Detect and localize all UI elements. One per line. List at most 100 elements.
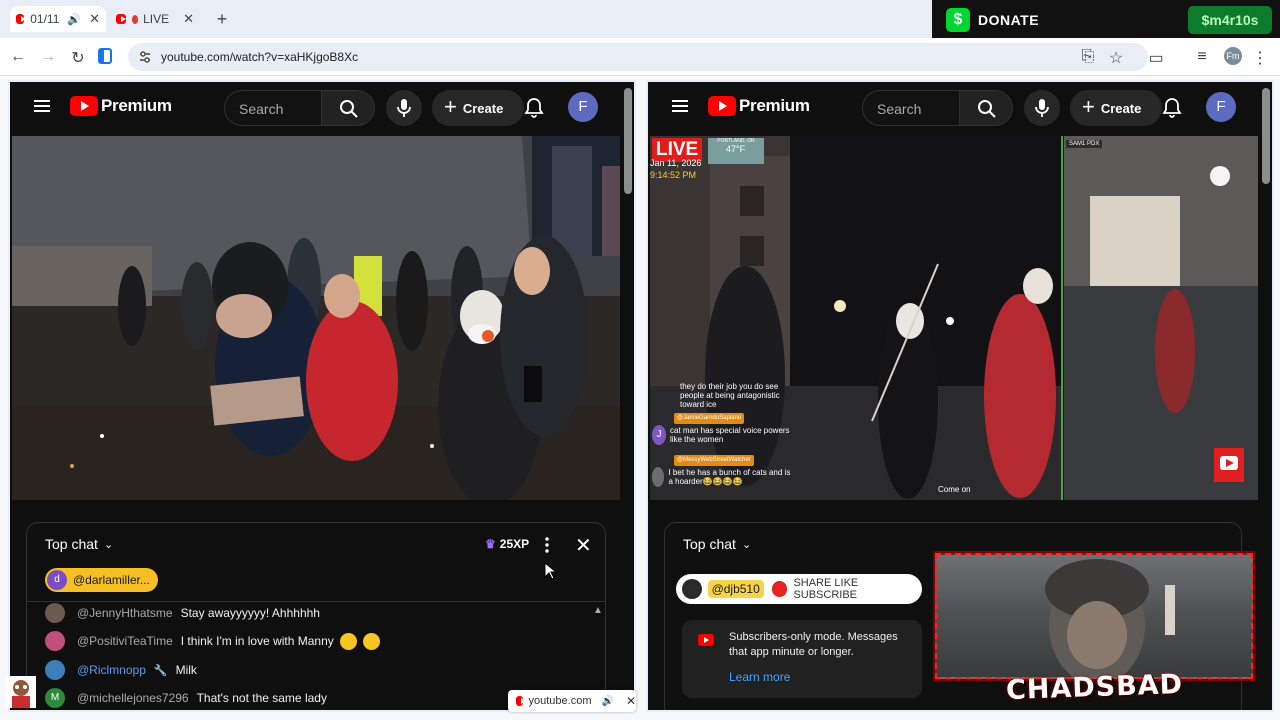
install-icon[interactable]: ⎘: [1078, 48, 1098, 66]
video-player[interactable]: LIVE PORTLAND, OR 47°F Jan 11, 2026 9:14…: [650, 136, 1258, 500]
pinned-message-chip[interactable]: d @darlamiller...: [45, 568, 158, 592]
voice-search-button[interactable]: [386, 90, 422, 126]
banner-text: SHARE LIKE SUBSCRIBE: [793, 577, 859, 601]
avatar: M: [45, 688, 65, 708]
back-arrow-icon[interactable]: ←: [8, 48, 28, 66]
chat-message[interactable]: @JennyHthatsme Stay awayyyyyy! Ahhhhhh: [45, 603, 320, 623]
close-icon[interactable]: ✕: [626, 694, 636, 708]
voice-search-button[interactable]: [1024, 90, 1060, 126]
recording-dot-icon: [131, 14, 139, 24]
avatar: [45, 631, 65, 651]
chat-mode-dropdown[interactable]: Top chat ⌄: [683, 536, 751, 552]
chat-message[interactable]: M @michellejones7296 That's not the same…: [45, 688, 327, 708]
reload-icon[interactable]: ↻: [68, 48, 88, 68]
youtube-play-icon: [708, 96, 736, 116]
youtube-favicon-icon: [16, 14, 27, 24]
youtube-logo[interactable]: Premium: [70, 96, 172, 116]
overlay-chat-line: @MessyWebStreetWatcher I bet he has a bu…: [652, 454, 792, 487]
logo-text: Premium: [101, 96, 172, 115]
overlay-chat-text: cat man has special voice powers like th…: [669, 426, 790, 444]
avatar: d: [47, 570, 67, 590]
profile-avatar[interactable]: Fm: [1224, 47, 1242, 65]
chat-message[interactable]: @PositiviTeaTime I think I'm in love wit…: [45, 631, 380, 651]
logo-text: Premium: [739, 96, 810, 115]
chat-message[interactable]: @Riclmnopp 🔧 Milk: [45, 660, 197, 680]
create-label: Create: [462, 100, 504, 116]
date-stamp: Jan 11, 2026: [650, 158, 702, 168]
search-placeholder: Search: [877, 101, 922, 117]
url-field[interactable]: youtube.com/watch?v=xaHKjgoB8Xc: [128, 43, 1148, 71]
bookmark-star-icon[interactable]: ☆: [1106, 48, 1126, 68]
pinned-author: @darlamiller...: [73, 573, 150, 587]
video-player[interactable]: [12, 136, 620, 500]
new-tab-button[interactable]: +: [212, 9, 232, 30]
forward-arrow-icon[interactable]: →: [38, 48, 58, 66]
search-button[interactable]: [321, 90, 375, 126]
hamburger-menu-icon[interactable]: [34, 100, 50, 112]
account-avatar[interactable]: F: [1206, 92, 1236, 122]
youtube-logo[interactable]: Premium: [708, 96, 810, 116]
avatar: J: [652, 425, 666, 445]
masthead: Premium Search + Create F: [10, 82, 634, 134]
speaker-icon[interactable]: 🔊: [67, 13, 81, 26]
video-frame: [12, 136, 620, 500]
site-info-icon[interactable]: [138, 50, 152, 64]
search-icon: [978, 100, 996, 118]
tab-title: LIVE: [143, 12, 170, 26]
scroll-up-icon[interactable]: ▲: [593, 605, 603, 616]
create-button[interactable]: + Create: [432, 90, 524, 126]
divider: [27, 601, 605, 602]
youtube-icon: [698, 634, 714, 646]
browser-menu-icon[interactable]: ⋮: [1250, 48, 1270, 68]
search-input[interactable]: Search: [224, 90, 322, 126]
search-input[interactable]: Search: [862, 90, 960, 126]
page-scrollbar[interactable]: [1262, 88, 1270, 184]
address-bar-row: ← → ↻ youtube.com/watch?v=xaHKjgoB8Xc ⎘ …: [0, 38, 1280, 76]
tab-search-icon[interactable]: ▭: [1146, 48, 1166, 68]
learn-more-link[interactable]: Learn more: [729, 670, 790, 684]
youtube-favicon-icon: [116, 14, 126, 24]
create-label: Create: [1100, 100, 1142, 116]
message-text: I think I'm in love with Manny: [180, 634, 334, 648]
wrench-icon: 🔧: [153, 664, 168, 677]
notifications-bell-icon[interactable]: [1160, 96, 1184, 120]
hamburger-menu-icon[interactable]: [672, 100, 688, 112]
streamer-webcam: [933, 551, 1255, 681]
message-author: @Riclmnopp: [77, 663, 146, 677]
create-button[interactable]: + Create: [1070, 90, 1162, 126]
picture-in-picture-bar[interactable]: youtube.com 🔊 ✕: [508, 690, 636, 712]
message-text: Milk: [175, 663, 197, 677]
webcam-frame: [1045, 559, 1175, 677]
corner-avatar: [6, 676, 36, 708]
tab-close-icon[interactable]: ✕: [89, 11, 100, 27]
youtube-play-icon: [70, 96, 98, 116]
close-chat-icon[interactable]: ✕: [575, 533, 592, 558]
speaker-icon[interactable]: 🔊: [601, 696, 613, 707]
tab-youtube-2[interactable]: LIVE ✕: [110, 6, 200, 32]
account-avatar[interactable]: F: [568, 92, 598, 122]
tab-close-icon[interactable]: ✕: [183, 11, 194, 27]
media-controls-icon[interactable]: ≡: [1192, 48, 1212, 66]
tab-youtube-1[interactable]: 01/11 🔊 ✕: [10, 6, 106, 32]
side-panel-icon[interactable]: [98, 48, 118, 64]
chevron-down-icon: ⌄: [103, 538, 114, 551]
message-author: @JennyHthatsme: [77, 606, 173, 620]
xp-badge[interactable]: ♛ 25XP: [479, 533, 535, 555]
avatar: [45, 603, 65, 623]
more-options-icon[interactable]: [545, 537, 549, 553]
message-text: That's not the same lady: [196, 691, 327, 705]
weather-temp: 47°F: [726, 144, 746, 154]
notifications-bell-icon[interactable]: [522, 96, 546, 120]
chat-mode-dropdown[interactable]: Top chat ⌄: [45, 536, 113, 552]
search-button[interactable]: [959, 90, 1013, 126]
mouse-cursor-icon: [544, 562, 556, 580]
message-author: @michellejones7296: [77, 691, 189, 705]
overlay-chat-text: they do their job you do see people at b…: [680, 382, 780, 409]
xp-value: 25XP: [499, 537, 530, 551]
message-text: Stay awayyyyyy! Ahhhhhh: [180, 606, 320, 620]
cash-app-icon: $: [946, 8, 970, 32]
page-scrollbar[interactable]: [624, 88, 632, 194]
donate-button[interactable]: $ DONATE: [936, 4, 1048, 36]
subscribers-only-notice: Subscribers-only mode. Messages that app…: [682, 620, 922, 698]
streamer-name: CHADSBAD: [1005, 668, 1184, 707]
